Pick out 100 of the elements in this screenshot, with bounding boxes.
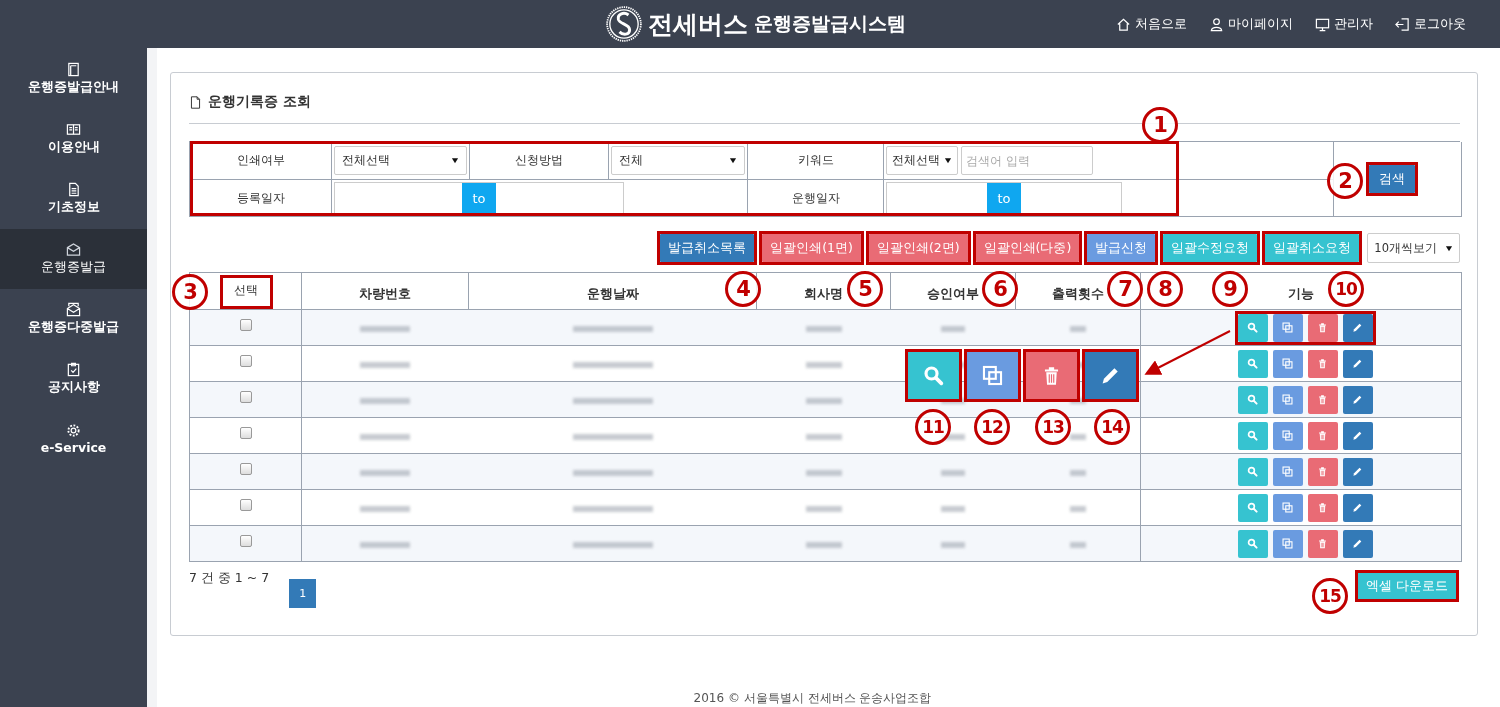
delete-button[interactable]	[1307, 457, 1338, 486]
edit-button[interactable]	[1342, 493, 1373, 522]
edit-button[interactable]	[1342, 349, 1373, 378]
copyright-text: 2016 © 서울특별시 전세버스 운송사업조합	[692, 690, 933, 707]
pencil-icon	[1352, 430, 1363, 441]
pencil-icon	[1352, 502, 1363, 513]
delete-button[interactable]	[1307, 529, 1338, 558]
column-header: 출력횟수	[1052, 286, 1104, 301]
copy-icon	[982, 365, 1003, 386]
delete-button[interactable]	[1307, 349, 1338, 378]
blurred-text	[360, 470, 411, 476]
nav-link[interactable]: 처음으로	[1116, 15, 1187, 33]
dropdown[interactable]: 전체선택	[334, 146, 467, 175]
blurred-text	[941, 542, 965, 548]
sidebar-item[interactable]: 이용안내	[0, 109, 147, 169]
checkbox[interactable]	[239, 498, 252, 511]
caret-icon	[944, 157, 952, 164]
copy-button[interactable]	[964, 349, 1021, 402]
dropdown[interactable]: 전체선택	[886, 146, 958, 175]
page-link[interactable]: 1	[289, 579, 317, 608]
delete-button[interactable]	[1307, 385, 1338, 414]
edit-button[interactable]	[1342, 457, 1373, 486]
search-icon	[1247, 538, 1258, 549]
sidebar-item[interactable]: 운행증발급안내	[0, 49, 147, 109]
copy-icon	[1282, 394, 1293, 405]
document-icon	[189, 95, 202, 109]
checkbox[interactable]	[239, 318, 252, 331]
sidebar-item[interactable]: e-Service	[0, 409, 147, 469]
search-field[interactable]: 검색어 입력	[961, 146, 1093, 175]
column-header: 기능	[1288, 286, 1314, 301]
column-header: 승인여부	[927, 286, 979, 301]
sidebar-item[interactable]: 운행증다중발급	[0, 289, 147, 349]
trash-icon	[1317, 430, 1328, 441]
copy-button[interactable]	[1272, 529, 1303, 558]
blurred-text	[1069, 470, 1086, 476]
trash-icon	[1317, 394, 1328, 405]
copy-icon	[1282, 466, 1293, 477]
copy-icon	[1282, 358, 1293, 369]
field-label: 키워드	[797, 152, 834, 169]
pencil-icon	[1352, 358, 1363, 369]
logo-icon	[606, 6, 642, 42]
caret-icon	[1445, 244, 1453, 252]
field-label: 인쇄여부	[236, 152, 285, 169]
field-label: 신청방법	[515, 152, 563, 169]
nav-link[interactable]: 로그아웃	[1395, 15, 1466, 33]
edit-button[interactable]	[1342, 313, 1373, 342]
pencil-icon	[1352, 322, 1363, 333]
result-count: 7 건 중 1 ~ 7	[189, 570, 270, 587]
delete-button[interactable]	[1023, 349, 1080, 402]
copy-button[interactable]	[1272, 313, 1303, 342]
delete-button[interactable]	[1307, 421, 1338, 450]
edit-button[interactable]	[1342, 529, 1373, 558]
copy-icon	[1282, 538, 1293, 549]
envelope-icon	[66, 242, 81, 257]
blurred-text	[805, 326, 842, 332]
sidebar-item[interactable]: 운행증발급	[0, 229, 147, 289]
search-icon	[1247, 394, 1258, 405]
edit-button[interactable]	[1342, 421, 1373, 450]
copy-button[interactable]	[1272, 421, 1303, 450]
app-title: 운행증발급시스템	[754, 11, 906, 36]
blurred-text	[360, 542, 411, 548]
checkbox[interactable]	[239, 390, 252, 403]
copy-button[interactable]	[1272, 385, 1303, 414]
nav-link[interactable]: 관리자	[1315, 15, 1373, 33]
copy-button[interactable]	[1272, 349, 1303, 378]
delete-button[interactable]	[1307, 493, 1338, 522]
pencil-icon	[1100, 365, 1121, 386]
search-icon	[1247, 430, 1258, 441]
checkbox[interactable]	[239, 426, 252, 439]
checkbox[interactable]	[239, 462, 252, 475]
trash-icon	[1317, 322, 1328, 333]
delete-button[interactable]	[1307, 313, 1338, 342]
blurred-text	[360, 398, 411, 404]
edit-button[interactable]	[1342, 385, 1373, 414]
copy-button[interactable]	[1272, 493, 1303, 522]
copy-icon	[1282, 502, 1293, 513]
blurred-text	[941, 470, 965, 476]
search-button[interactable]: 검색	[1369, 165, 1415, 193]
user-icon	[1209, 16, 1224, 32]
search-icon	[923, 365, 944, 386]
envelope-icon	[66, 302, 81, 317]
view-button[interactable]	[905, 349, 962, 402]
search-icon	[1247, 466, 1258, 477]
toolbar-button[interactable]: 발급취소목록	[660, 234, 755, 262]
copy-button[interactable]	[1272, 457, 1303, 486]
blurred-text	[805, 542, 842, 548]
trash-icon	[1317, 358, 1328, 369]
logout-icon	[1395, 16, 1410, 32]
dropdown[interactable]: 전체	[611, 146, 745, 175]
copy-icon	[1282, 430, 1293, 441]
checkbox[interactable]	[239, 354, 252, 367]
edit-button[interactable]	[1082, 349, 1139, 402]
blurred-text	[805, 398, 842, 404]
search-icon	[1247, 322, 1258, 333]
sidebar-item[interactable]: 공지사항	[0, 349, 147, 409]
checkbox[interactable]	[239, 534, 252, 547]
page-size-dropdown[interactable]: 10개씩보기	[1367, 233, 1460, 263]
nav-link[interactable]: 마이페이지	[1209, 15, 1293, 33]
blurred-text	[805, 470, 842, 476]
sidebar-item[interactable]: 기초정보	[0, 169, 147, 229]
